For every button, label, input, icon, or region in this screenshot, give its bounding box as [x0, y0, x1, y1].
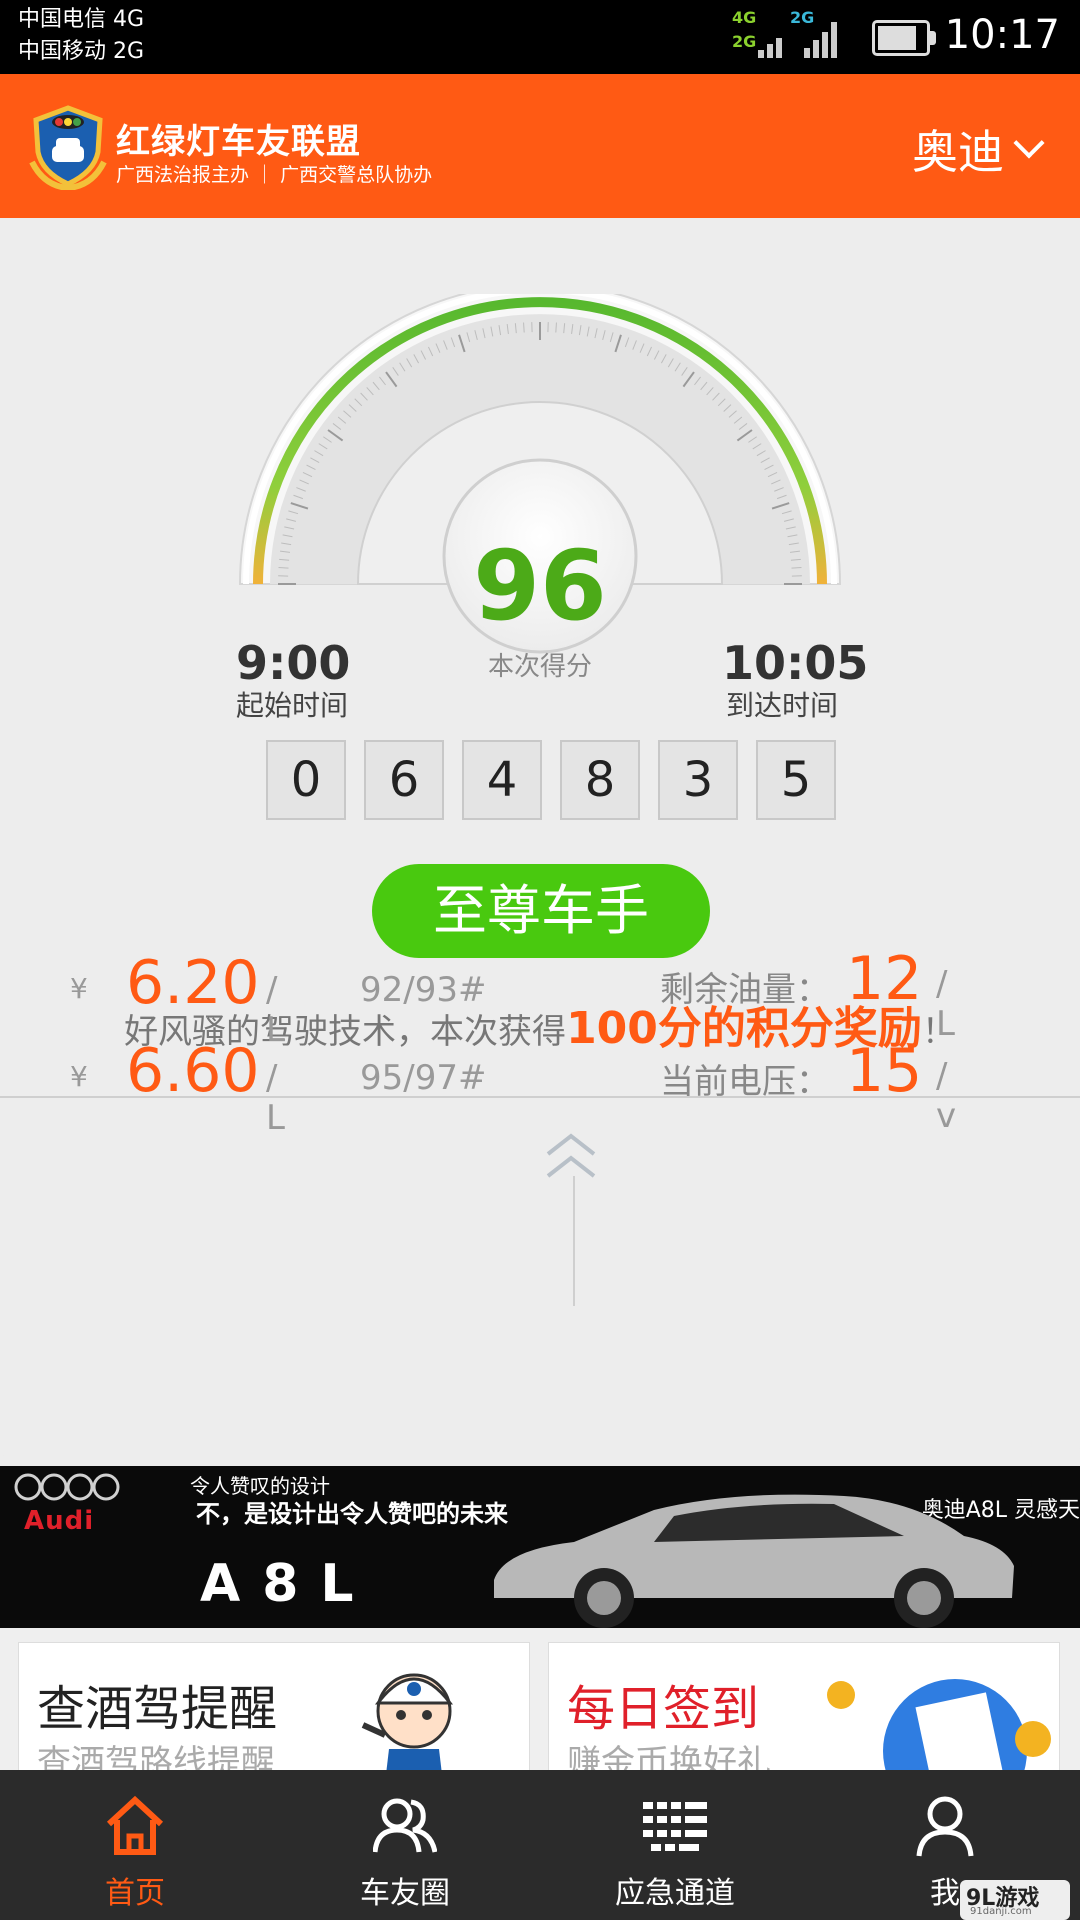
driver-rank-button[interactable]: 至尊车手: [372, 864, 710, 958]
odometer-digit: 6: [364, 740, 444, 820]
gauge-tick: [523, 322, 525, 333]
tab-car-circle[interactable]: 车友圈: [270, 1770, 540, 1920]
app-header: 红绿灯车友联盟 广西法治报主办 ｜ 广西交警总队协办 奥迪: [0, 74, 1080, 218]
audi-ad-banner[interactable]: Audi 令人赞叹的设计 不，是设计出令人赞吧的未来 A8L 奥迪A8L 灵感天: [0, 1466, 1080, 1628]
home-icon: [106, 1795, 164, 1855]
app-title: 红绿灯车友联盟: [116, 122, 361, 162]
battery-icon: [872, 20, 936, 56]
gauge-tick: [555, 322, 557, 333]
arrival-time-label: 到达时间: [726, 689, 839, 722]
app-subtitle: 广西法治报主办 ｜ 广西交警总队协办: [116, 164, 433, 186]
ad-model-name: A8L: [200, 1554, 376, 1614]
tab-label: 车友圈: [360, 1876, 450, 1911]
battery-voltage-value: 15: [846, 1036, 923, 1106]
odometer-digit: 4: [462, 740, 542, 820]
group-icon: [373, 1798, 437, 1853]
fuel-unit: / L: [266, 1058, 285, 1138]
tile-title: 每日签到: [567, 1681, 760, 1737]
tile-title: 查酒驾提醒: [37, 1681, 278, 1737]
audi-rings-logo-icon: [14, 1473, 120, 1501]
network-tag-4g: 4G: [732, 8, 757, 27]
tile-subtitle: 查酒驾路线提醒: [37, 1743, 275, 1770]
score-value: 96: [473, 530, 607, 642]
tab-home[interactable]: 首页: [0, 1770, 270, 1920]
car-brand-selector[interactable]: 奥迪: [912, 116, 1045, 182]
mileage-odometer: 0 6 4 8 3 5: [266, 740, 836, 820]
fuel-price: 6.20: [126, 948, 260, 1018]
battery-voltage-unit: / v: [936, 1056, 957, 1136]
fuel-grade: 95/97#: [360, 1058, 487, 1098]
chevron-down-icon: [1013, 127, 1045, 159]
site-watermark: 9L游戏 91danji.com: [960, 1880, 1070, 1920]
tab-label: 应急通道: [615, 1876, 735, 1911]
carrier-2: 中国移动 2G: [18, 39, 145, 64]
ad-brand: Audi: [24, 1506, 95, 1536]
clock: 10:17: [944, 12, 1060, 58]
network-tag-2g: 2G: [732, 32, 757, 51]
feature-tiles: 查酒驾提醒 查酒驾路线提醒 每日签到 赚金币换好礼: [0, 1628, 1080, 1770]
collapse-up-icon[interactable]: [544, 1130, 598, 1186]
battery-voltage-label: 当前电压：: [660, 1062, 830, 1102]
car-brand-label: 奥迪: [912, 125, 1004, 179]
tab-emergency[interactable]: 应急通道: [540, 1770, 810, 1920]
tab-label: 首页: [105, 1876, 165, 1911]
calendar-coin-icon: [827, 1679, 1051, 1770]
tile-subtitle: 赚金币换好礼: [567, 1743, 771, 1770]
odometer-digit: 0: [266, 740, 346, 820]
status-bar: 中国电信 4G 中国移动 2G 4G 2G 2G 10:17: [0, 0, 1080, 74]
user-icon: [916, 1796, 974, 1857]
carrier-1: 中国电信 4G: [18, 7, 145, 32]
list-icon: [643, 1802, 707, 1851]
carrier-info: 中国电信 4G 中国移动 2G: [18, 4, 144, 68]
trip-summary-card: 96 本次得分 9:00 起始时间 10:05 到达时间 0 6 4 8 3 5…: [0, 222, 1080, 1466]
column-divider: [573, 1176, 575, 1306]
remaining-fuel-label: 剩余油量：: [660, 970, 830, 1010]
start-time: 9:00: [236, 636, 351, 690]
ad-slogan-line2: 不，是设计出令人赞吧的未来: [196, 1500, 508, 1528]
fuel-unit: / L: [266, 970, 285, 1050]
odometer-digit: 8: [560, 740, 640, 820]
car-image: [494, 1494, 1014, 1628]
bottom-tab-bar: 首页 车友圈 应急通道 我: [0, 1770, 1080, 1920]
traffic-police-cartoon-icon: [361, 1673, 454, 1770]
fuel-grade: 92/93#: [360, 970, 487, 1010]
odometer-digit: 5: [756, 740, 836, 820]
currency-symbol: ¥: [70, 1060, 88, 1093]
odometer-digit: 3: [658, 740, 738, 820]
start-time-label: 起始时间: [236, 689, 349, 722]
drunk-driving-alert-tile[interactable]: 查酒驾提醒 查酒驾路线提醒: [18, 1642, 530, 1770]
signal-icon: 4G 2G 2G: [732, 8, 862, 62]
police-badge-logo-icon: [29, 105, 107, 190]
arrival-time: 10:05: [722, 636, 869, 690]
remaining-fuel-unit: / L: [936, 964, 955, 1044]
currency-symbol: ¥: [70, 972, 88, 1005]
remaining-fuel-value: 12: [846, 944, 923, 1014]
fuel-price: 6.60: [126, 1036, 260, 1106]
daily-checkin-tile[interactable]: 每日签到 赚金币换好礼: [548, 1642, 1060, 1770]
watermark-url: 91danji.com: [970, 1906, 1032, 1917]
